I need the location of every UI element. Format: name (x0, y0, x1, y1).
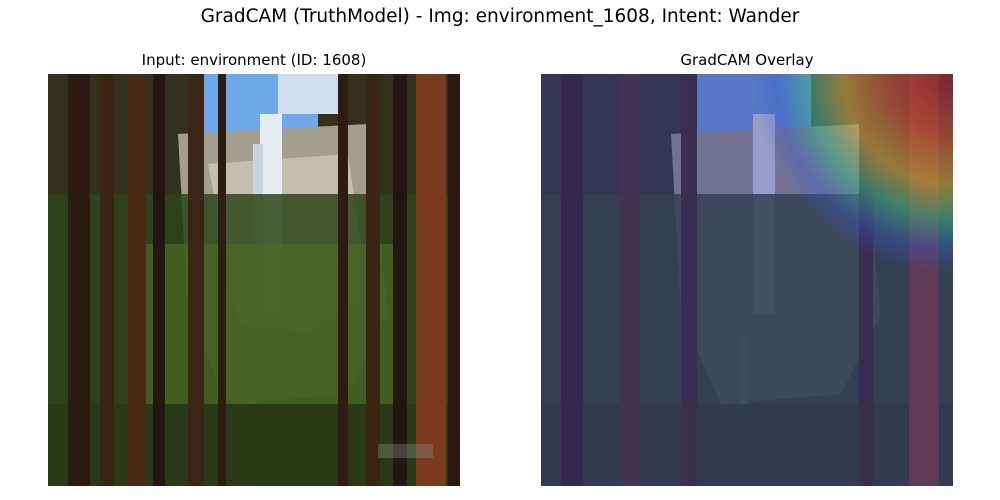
input-panel: Input: environment (ID: 1608) (48, 50, 460, 486)
overlay-panel: GradCAM Overlay (541, 50, 953, 486)
forest-waterfall-scene (48, 74, 460, 486)
figure-title: GradCAM (TruthModel) - Img: environment_… (200, 6, 800, 27)
input-panel-title: Input: environment (ID: 1608) (141, 51, 367, 69)
gradcam-heatmap (541, 74, 953, 486)
input-image (48, 74, 460, 486)
overlay-image (541, 74, 953, 486)
overlay-panel-title: GradCAM Overlay (680, 51, 814, 69)
